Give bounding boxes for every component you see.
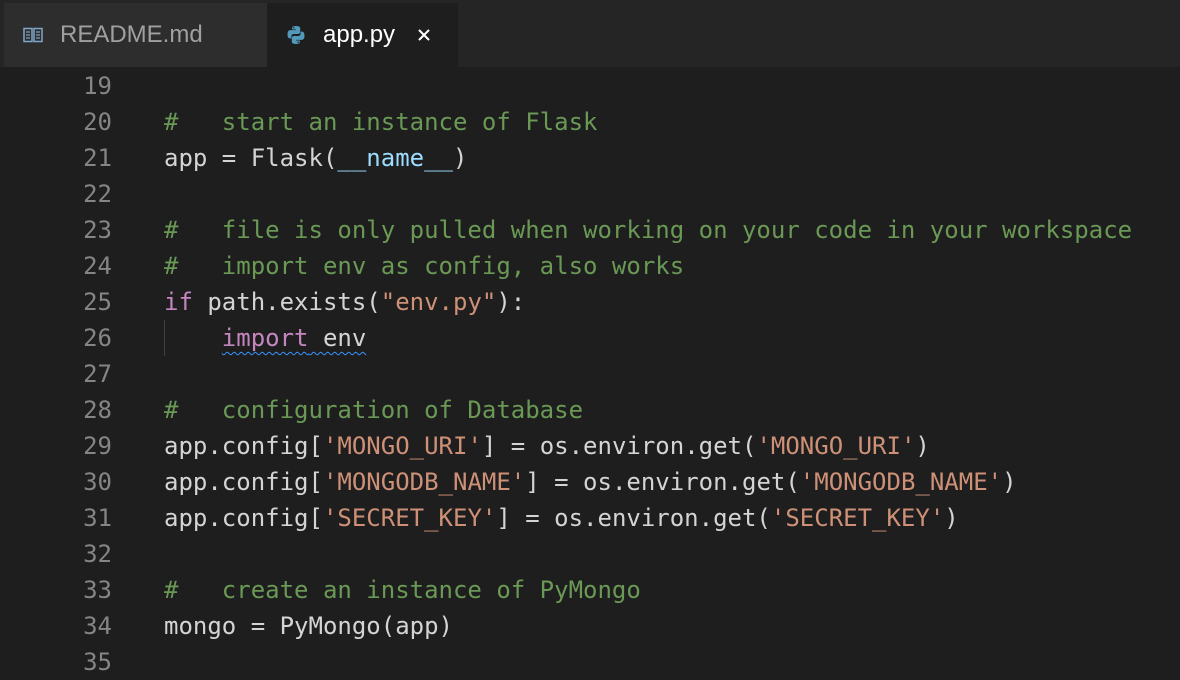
- code-line[interactable]: 25 if path.exists("env.py"):: [0, 284, 1180, 320]
- code-line[interactable]: 23 # file is only pulled when working on …: [0, 212, 1180, 248]
- code-token: ] = os.environ.get(: [481, 432, 757, 460]
- line-code: if path.exists("env.py"):: [164, 284, 525, 320]
- line-number: 29: [83, 432, 112, 460]
- line-number: 27: [83, 360, 112, 388]
- code-token: 'MONGO_URI': [756, 432, 916, 460]
- code-line[interactable]: 24 # import env as config, also works: [0, 248, 1180, 284]
- code-token: "env.py": [380, 288, 497, 316]
- line-number: 35: [83, 648, 112, 676]
- tab-bar: README.md app.py: [0, 0, 1180, 67]
- line-code: # file is only pulled when working on yo…: [164, 212, 1132, 248]
- line-number: 25: [83, 288, 112, 316]
- code-token: # file is only pulled when working on yo…: [164, 216, 1133, 244]
- close-icon[interactable]: [413, 24, 435, 46]
- line-code: # import env as config, also works: [164, 248, 684, 284]
- code-token: app.config[: [164, 468, 323, 496]
- code-token: 'SECRET_KEY': [770, 504, 945, 532]
- line-code: # create an instance of PyMongo: [164, 572, 641, 608]
- code-line[interactable]: 31 app.config['SECRET_KEY'] = os.environ.…: [0, 500, 1180, 536]
- code-token: 'SECRET_KEY': [322, 504, 497, 532]
- code-token: if: [164, 288, 193, 316]
- line-number: 21: [83, 144, 112, 172]
- code-token: 'MONGODB_NAME': [799, 468, 1003, 496]
- line-code: app = Flask(__name__): [164, 140, 467, 176]
- code-line[interactable]: 22: [0, 176, 1180, 212]
- code-token: app.config[: [164, 504, 323, 532]
- line-number: 33: [83, 576, 112, 604]
- code-line[interactable]: 27: [0, 356, 1180, 392]
- code-line[interactable]: 30 app.config['MONGODB_NAME'] = os.enviro…: [0, 464, 1180, 500]
- line-code: # configuration of Database: [164, 392, 583, 428]
- code-editor[interactable]: 19 20 # start an instance of Flask 21 app = …: [0, 67, 1180, 680]
- code-line[interactable]: 28 # configuration of Database: [0, 392, 1180, 428]
- line-number: 26: [83, 324, 112, 352]
- tab-app-py[interactable]: app.py: [267, 3, 458, 67]
- tab-readme[interactable]: README.md: [4, 3, 267, 67]
- line-number: 24: [83, 252, 112, 280]
- code-token: # create an instance of PyMongo: [164, 576, 641, 604]
- line-number: 23: [83, 216, 112, 244]
- book-icon: [22, 24, 44, 46]
- code-line[interactable]: 33 # create an instance of PyMongo: [0, 572, 1180, 608]
- line-code: app.config['MONGO_URI'] = os.environ.get…: [164, 428, 930, 464]
- code-line[interactable]: 29 app.config['MONGO_URI'] = os.environ.g…: [0, 428, 1180, 464]
- code-token: ): [944, 504, 959, 532]
- code-token: ): [1002, 468, 1017, 496]
- code-token: mongo = PyMongo(app): [164, 612, 453, 640]
- code-line[interactable]: 35: [0, 644, 1180, 680]
- line-number: 19: [83, 72, 112, 100]
- line-number: 31: [83, 504, 112, 532]
- line-number: 32: [83, 540, 112, 568]
- line-code: app.config['MONGODB_NAME'] = os.environ.…: [164, 464, 1017, 500]
- code-token: ] = os.environ.get(: [525, 468, 800, 496]
- code-token: ] = os.environ.get(: [496, 504, 771, 532]
- code-token: ): [452, 144, 468, 172]
- code-token: # import env as config, also works: [164, 252, 685, 280]
- line-number: 34: [83, 612, 112, 640]
- code-token: env: [308, 324, 367, 352]
- tab-readme-label: README.md: [60, 21, 203, 48]
- python-icon: [285, 24, 307, 46]
- code-token: app = Flask(: [164, 144, 338, 172]
- code-line[interactable]: 19: [0, 68, 1180, 104]
- line-code: mongo = PyMongo(app): [164, 608, 453, 644]
- code-line[interactable]: 26 import env: [0, 320, 1180, 356]
- code-line[interactable]: 32: [0, 536, 1180, 572]
- code-token: 'MONGO_URI': [322, 432, 482, 460]
- code-line[interactable]: 34 mongo = PyMongo(app): [0, 608, 1180, 644]
- line-code: app.config['SECRET_KEY'] = os.environ.ge…: [164, 500, 959, 536]
- code-token: path.exists(: [192, 288, 381, 316]
- line-number: 20: [83, 108, 112, 136]
- line-code: import env: [164, 320, 367, 356]
- code-token: import: [221, 324, 309, 352]
- code-token: # start an instance of Flask: [164, 108, 598, 136]
- code-token: ): [915, 432, 930, 460]
- line-number: 30: [83, 468, 112, 496]
- line-number: 28: [83, 396, 112, 424]
- code-token: ):: [496, 288, 526, 316]
- code-token: # configuration of Database: [164, 396, 584, 424]
- code-token: 'MONGODB_NAME': [322, 468, 526, 496]
- line-code: # start an instance of Flask: [164, 104, 597, 140]
- line-number: 22: [83, 180, 112, 208]
- code-token: __name__: [337, 144, 453, 172]
- code-line[interactable]: 21 app = Flask(__name__): [0, 140, 1180, 176]
- code-token: app.config[: [164, 432, 323, 460]
- tab-app-label: app.py: [323, 21, 396, 48]
- editor-window: README.md app.py 19 20 # start an instance: [0, 0, 1180, 680]
- code-line[interactable]: 20 # start an instance of Flask: [0, 104, 1180, 140]
